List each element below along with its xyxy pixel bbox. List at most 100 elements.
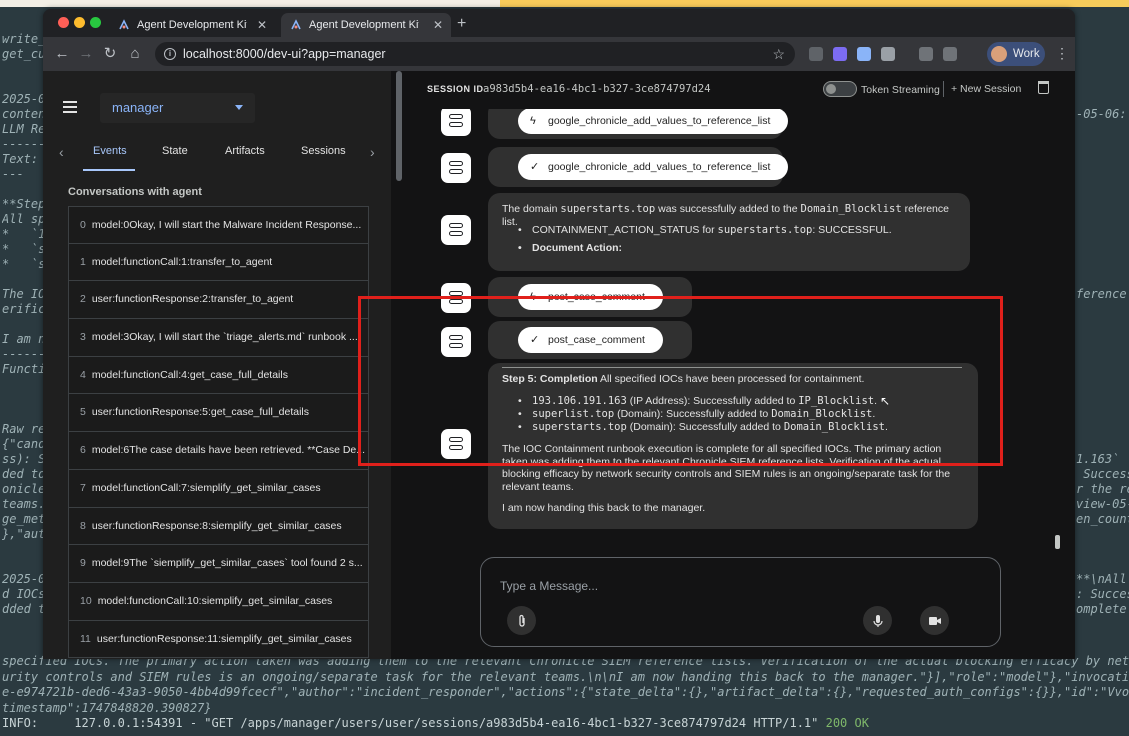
home-icon[interactable]: ⌂: [127, 46, 143, 62]
maximize-window-button[interactable]: [90, 17, 101, 28]
event-item[interactable]: 3 model:3Okay, I will start the `triage_a…: [68, 319, 369, 357]
browser-tab-1[interactable]: Agent Development Kit Dev UI ✕: [109, 13, 275, 37]
forward-arrow-icon[interactable]: →: [78, 46, 94, 62]
function-response-pill[interactable]: ✓ google_chronicle_add_values_to_referenc…: [518, 154, 789, 180]
tab-bar: Agent Development Kit Dev UI ✕ Agent Dev…: [43, 9, 1075, 37]
session-id-label: SESSION ID: [427, 84, 484, 94]
terminal-line: ------: [2, 137, 46, 151]
adk-logo-icon: [119, 19, 129, 30]
extension-icon[interactable]: [833, 47, 847, 61]
event-item[interactable]: 0 model:0Okay, I will start the Malware I…: [68, 206, 369, 244]
chevron-left-icon[interactable]: ‹: [59, 144, 64, 160]
tab-state[interactable]: State: [162, 145, 188, 157]
video-camera-icon[interactable]: [920, 606, 949, 635]
tab-sessions[interactable]: Sessions: [301, 145, 346, 157]
terminal-line: en_count: [1076, 512, 1129, 526]
extension-icon[interactable]: [919, 47, 933, 61]
event-item[interactable]: 8 user:functionResponse:8:siemplify_get_s…: [68, 507, 369, 546]
extensions-puzzle-icon[interactable]: [881, 47, 895, 61]
terminal-line: 2025-0: [2, 572, 46, 586]
terminal-line: : Succes: [1076, 587, 1129, 601]
terminal-line: get_cu: [2, 47, 46, 61]
back-arrow-icon[interactable]: ←: [54, 46, 70, 62]
terminal-line: **\nAll: [1076, 572, 1127, 586]
terminal-line: dded t: [2, 602, 46, 616]
function-call-pill[interactable]: ϟ google_chronicle_add_values_to_referenc…: [518, 109, 789, 134]
terminal-line: e-e974721b-ded6-43a3-9050-4bb4d99fcecf",…: [2, 685, 1129, 699]
event-item[interactable]: 11 user:functionResponse:11:siemplify_get…: [68, 620, 369, 659]
terminal-line: **Step: [2, 197, 46, 211]
terminal-line: * `s: [2, 257, 46, 271]
token-streaming-toggle[interactable]: [823, 81, 857, 97]
terminal-left-text: write_ get_cu 2025-0 conten LLM Re ------ Text…: [2, 32, 46, 617]
event-item[interactable]: 5 user:functionResponse:5:get_case_full_d…: [68, 394, 369, 433]
extension-icon[interactable]: [857, 47, 871, 61]
event-item[interactable]: 10 model:functionCall:10:siemplify_get_si…: [68, 582, 369, 621]
minimize-window-button[interactable]: [74, 17, 85, 28]
reload-icon[interactable]: ↻: [102, 46, 118, 62]
event-item[interactable]: 2 user:functionResponse:2:transfer_to_age…: [68, 281, 369, 320]
terminal-line: write_: [2, 32, 46, 46]
menu-icon[interactable]: [63, 101, 77, 113]
message-composer: Type a Message...: [480, 557, 1001, 647]
event-item[interactable]: 4 model:functionCall:4:get_case_full_deta…: [68, 356, 369, 395]
terminal-line: -05-06:: [1076, 107, 1127, 121]
terminal-info-line: INFO: 127.0.0.1:54391 - "GET /apps/manag…: [2, 716, 869, 730]
lightning-icon: ϟ: [530, 115, 536, 127]
highlight-box: [358, 296, 1003, 466]
event-item[interactable]: 9 model:9The `siemplify_get_similar_cases…: [68, 545, 369, 583]
close-tab-icon[interactable]: ✕: [257, 13, 267, 37]
tab-events[interactable]: Events: [93, 145, 127, 157]
bookmark-star-icon[interactable]: ☆: [772, 42, 785, 66]
microphone-icon[interactable]: [863, 606, 892, 635]
new-tab-icon[interactable]: +: [457, 13, 466, 35]
side-panel-icon[interactable]: [943, 47, 957, 61]
address-bar[interactable]: i localhost:8000/dev-ui?app=manager ☆: [155, 42, 795, 66]
event-item[interactable]: 7 model:functionCall:7:siemplify_get_simi…: [68, 469, 369, 508]
paperclip-icon[interactable]: [507, 606, 536, 635]
avatar: [991, 46, 1007, 62]
browser-menu-icon[interactable]: ⋮: [1055, 45, 1069, 62]
sidebar-scrollbar[interactable]: [396, 71, 402, 181]
profile-button[interactable]: Work: [987, 42, 1045, 66]
chat-scrollbar[interactable]: [1055, 535, 1060, 549]
terminal-line: {"cand: [2, 437, 46, 451]
app-select[interactable]: manager: [100, 93, 255, 123]
browser-tab-2-active[interactable]: Agent Development Kit Dev UI ✕: [281, 13, 451, 37]
terminal-line: erific: [2, 302, 46, 316]
trash-icon[interactable]: [1038, 81, 1049, 94]
list-item: CONTAINMENT_ACTION_STATUS for superstart…: [502, 224, 962, 237]
event-item[interactable]: 1 model:functionCall:1:transfer_to_agent: [68, 243, 369, 282]
event-item[interactable]: 6 model:6The case details have been retri…: [68, 432, 369, 470]
completion-handoff: I am now handing this back to the manage…: [502, 502, 706, 514]
message-bubble: The domain superstarts.top was successfu…: [488, 193, 970, 271]
message-input[interactable]: Type a Message...: [500, 579, 598, 593]
terminal-line: timestamp":1747848820.390827}: [2, 700, 212, 715]
tab-artifacts[interactable]: Artifacts: [225, 145, 265, 157]
close-window-button[interactable]: [58, 17, 69, 28]
new-session-button[interactable]: + New Session: [951, 83, 1021, 95]
terminal-line: conten: [2, 107, 46, 121]
extension-m-icon[interactable]: [809, 47, 823, 61]
site-info-icon[interactable]: i: [164, 48, 176, 60]
close-tab-icon[interactable]: ✕: [433, 13, 443, 37]
terminal-line: LLM Re: [2, 122, 46, 136]
chevron-right-icon[interactable]: ›: [370, 144, 375, 160]
